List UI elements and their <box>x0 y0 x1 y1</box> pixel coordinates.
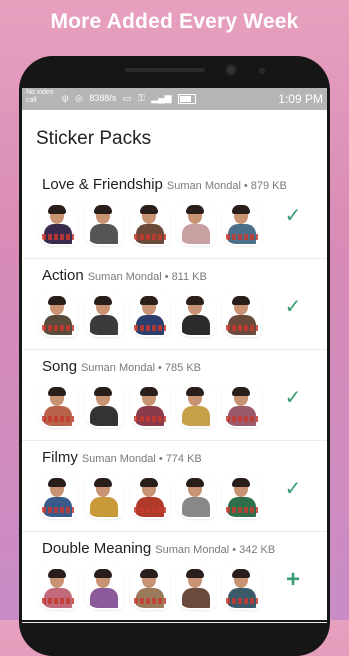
status-time: 1:09 PM <box>278 92 323 106</box>
sticker-thumbnail <box>178 386 214 426</box>
pack-name: Filmy <box>42 449 78 466</box>
network-speed: 8388/s <box>89 93 117 103</box>
battery-icon <box>178 93 197 104</box>
pack-name: Action <box>42 267 84 284</box>
key-icon: ⚿ <box>137 93 145 103</box>
pack-size: 879 KB <box>250 180 287 192</box>
pack-author: Suman Mondal <box>166 180 241 192</box>
sticker-thumbnail <box>40 204 76 244</box>
sticker-thumbnail <box>86 386 122 426</box>
meta-separator: • <box>158 453 163 465</box>
sticker-thumbnail <box>86 204 122 244</box>
status-bar: No video call ψ ◎ 8388/s ▭ ⚿ ▂▄▆ 1:09 PM <box>22 88 327 110</box>
signal-icon: ▂▄▆ <box>151 93 172 103</box>
sticker-thumbnail <box>40 568 76 608</box>
promo-headline: More Added Every Week <box>50 10 299 33</box>
sticker-thumbnail <box>178 204 214 244</box>
sticker-thumbnail <box>132 477 168 517</box>
status-icons: ψ ◎ 8388/s ▭ ⚿ ▂▄▆ <box>62 93 200 104</box>
sticker-pack-row[interactable]: Double Meaning Suman Mondal • 342 KB + <box>22 530 327 623</box>
sticker-thumbnail <box>40 477 76 517</box>
sticker-thumbnail <box>132 386 168 426</box>
meta-separator: • <box>232 544 237 556</box>
sticker-thumbnail <box>132 568 168 608</box>
sticker-thumbnail <box>86 295 122 335</box>
pack-author: Suman Mondal <box>87 271 162 283</box>
sensor-icon <box>259 68 265 74</box>
sticker-thumbnail <box>224 204 260 244</box>
meta-separator: • <box>164 271 169 283</box>
pack-added-check-icon: ✓ <box>284 205 302 227</box>
pack-author: Suman Mondal <box>155 544 230 556</box>
sticker-thumbnail <box>224 477 260 517</box>
sticker-pack-row[interactable]: Filmy Suman Mondal • 774 KB ✓ <box>22 439 327 532</box>
add-pack-plus-icon[interactable]: + <box>283 568 303 592</box>
meta-separator: • <box>158 362 162 374</box>
sticker-thumbnail <box>40 295 76 335</box>
pack-added-check-icon: ✓ <box>284 478 302 500</box>
pack-added-check-icon: ✓ <box>284 387 302 409</box>
sticker-thumbnail <box>178 295 214 335</box>
phone-top-bezel <box>19 56 330 88</box>
pack-name: Double Meaning <box>42 540 152 557</box>
usb-icon: ψ <box>62 93 69 103</box>
sticker-thumbnail <box>86 568 122 608</box>
pack-header: Double Meaning Suman Mondal • 342 KB <box>42 540 275 558</box>
sticker-pack-row[interactable]: Love & Friendship Suman Mondal • 879 KB ✓ <box>22 166 327 259</box>
sticker-pack-row[interactable]: Song Suman Mondal • 785 KB ✓ <box>22 348 327 441</box>
pack-author: Suman Mondal <box>81 362 156 374</box>
pack-header: Song Suman Mondal • 785 KB <box>42 358 201 376</box>
carrier-text: No video call <box>26 89 54 104</box>
pack-size: 774 KB <box>165 453 202 465</box>
pack-header: Love & Friendship Suman Mondal • 879 KB <box>42 176 287 194</box>
sticker-thumbnail <box>40 386 76 426</box>
notification-icon: ◎ <box>74 93 83 103</box>
sticker-thumbnail <box>178 477 214 517</box>
pack-size: 811 KB <box>171 271 207 283</box>
pack-header: Filmy Suman Mondal • 774 KB <box>42 449 202 467</box>
meta-separator: • <box>243 180 248 192</box>
front-camera-icon <box>225 64 237 76</box>
page-title: Sticker Packs <box>36 128 152 149</box>
sticker-thumbnail <box>224 386 260 426</box>
sticker-thumbnail <box>178 568 214 608</box>
pack-name: Song <box>42 358 78 375</box>
pack-name: Love & Friendship <box>42 176 163 193</box>
sticker-thumbnail <box>132 295 168 335</box>
speaker-grille <box>125 68 205 72</box>
pack-author: Suman Mondal <box>81 453 156 465</box>
pack-size: 785 KB <box>164 362 201 374</box>
sticker-thumbnail <box>132 204 168 244</box>
pack-added-check-icon: ✓ <box>284 296 302 318</box>
volte-icon: ▭ <box>122 93 132 103</box>
pack-size: 342 KB <box>239 544 276 556</box>
sticker-thumbnail <box>224 295 260 335</box>
sticker-thumbnail <box>86 477 122 517</box>
sticker-thumbnail <box>224 568 260 608</box>
pack-header: Action Suman Mondal • 811 KB <box>42 267 207 285</box>
sticker-pack-row[interactable]: Action Suman Mondal • 811 KB ✓ <box>22 257 327 350</box>
